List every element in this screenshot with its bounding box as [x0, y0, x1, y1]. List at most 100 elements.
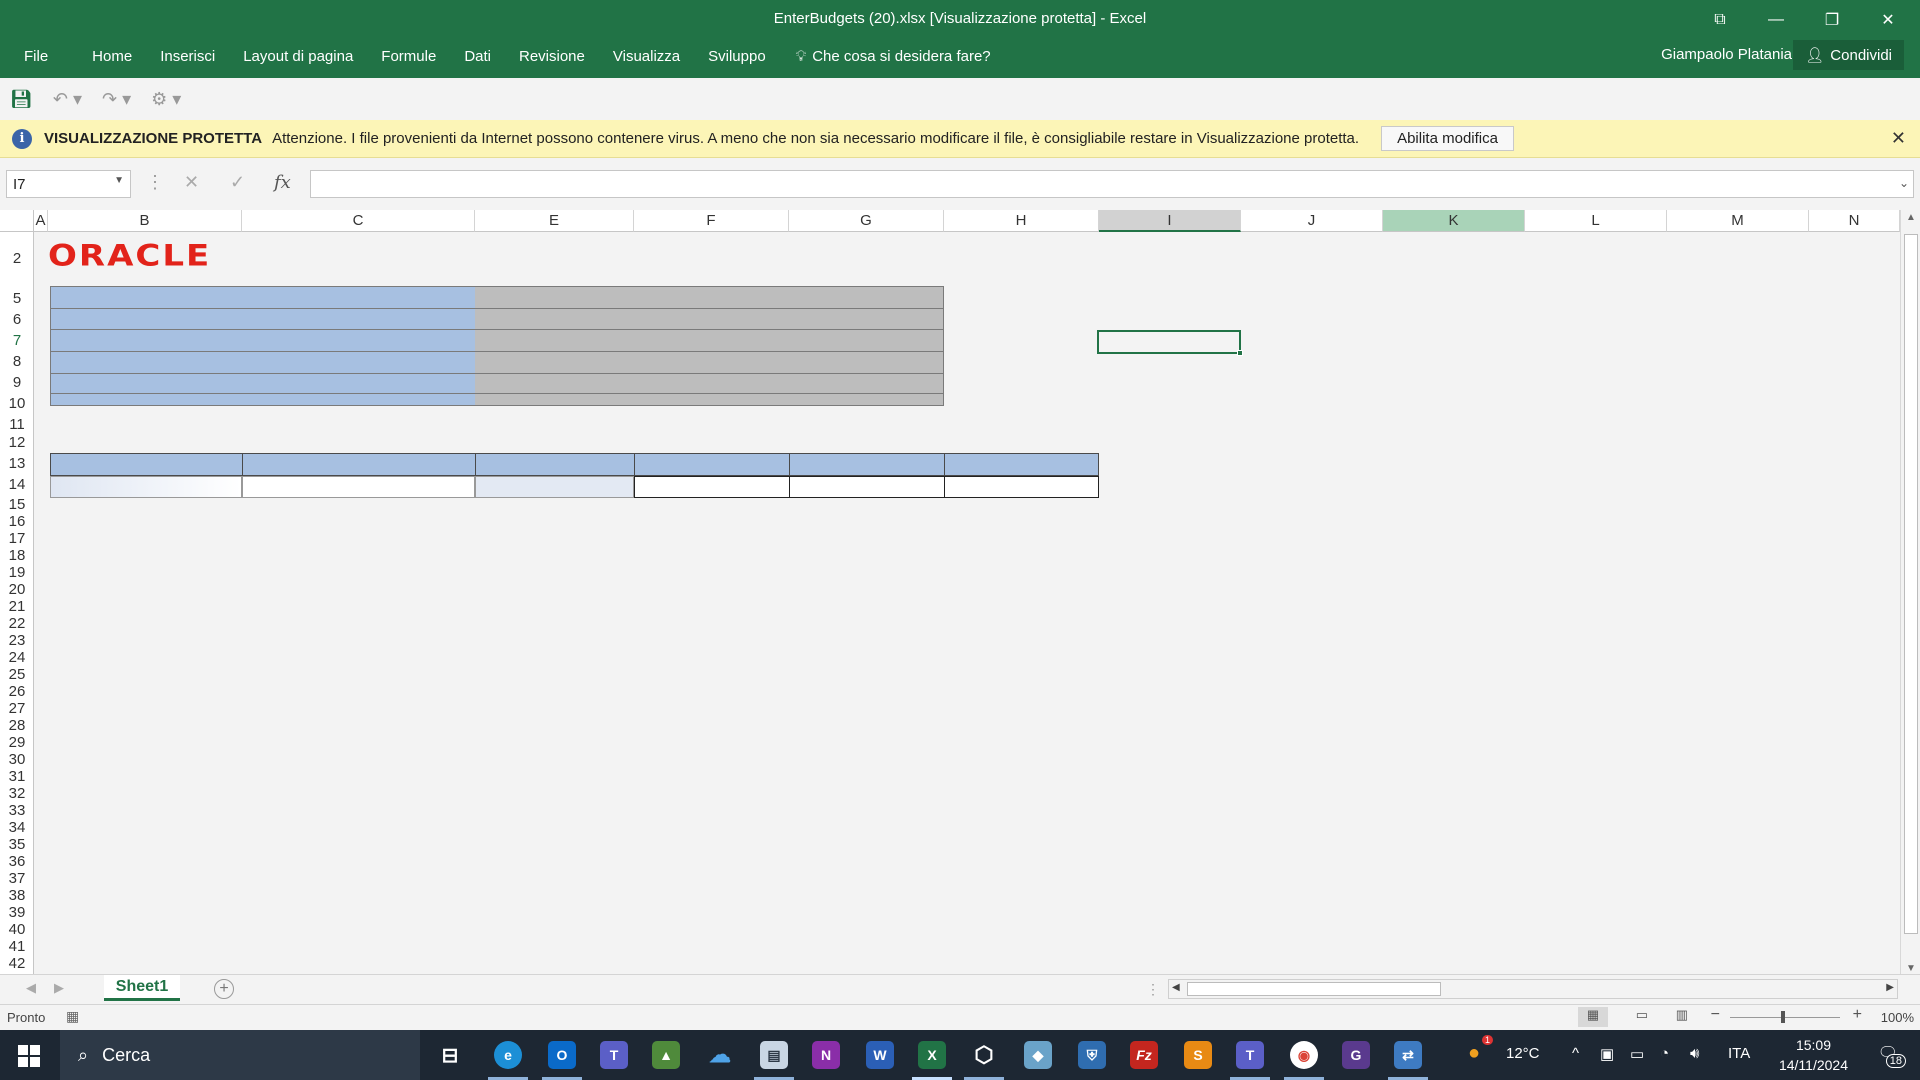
column-header-h[interactable]: H — [944, 210, 1099, 232]
g-app-icon[interactable]: G — [1342, 1041, 1370, 1069]
row-header[interactable]: 39 — [0, 904, 34, 921]
battery-icon[interactable]: ▭ — [1630, 1045, 1644, 1063]
expand-formula-icon[interactable]: ⌄ — [1899, 176, 1909, 190]
row-header[interactable]: 10 — [0, 395, 34, 412]
tab-file[interactable]: File — [0, 48, 78, 65]
remote-app-icon[interactable]: ⇄ — [1394, 1041, 1422, 1069]
row-header[interactable]: 14 — [0, 476, 34, 493]
task-view-icon[interactable]: ⊟ — [436, 1041, 464, 1069]
column-header-j[interactable]: J — [1241, 210, 1383, 232]
virtualbox-icon[interactable]: ⬡ — [970, 1041, 998, 1069]
column-header-i[interactable]: I — [1099, 210, 1241, 232]
temperature[interactable]: 12°C — [1506, 1045, 1540, 1062]
vertical-scroll-thumb[interactable] — [1904, 234, 1918, 934]
tab-dati[interactable]: Dati — [450, 48, 505, 65]
row-header[interactable]: 27 — [0, 700, 34, 717]
scroll-down-icon[interactable]: ▼ — [1906, 963, 1916, 974]
zoom-in-icon[interactable]: + — [1853, 1006, 1862, 1024]
name-box[interactable]: I7 ▼ — [6, 170, 131, 198]
teams-icon[interactable]: T — [600, 1041, 628, 1069]
row-header[interactable]: 19 — [0, 564, 34, 581]
row-header[interactable]: 23 — [0, 632, 34, 649]
row-header[interactable]: 17 — [0, 530, 34, 547]
tell-me-search[interactable]: 💡︎ Che cosa si desidera fare? — [780, 48, 991, 65]
active-cell[interactable] — [1097, 330, 1243, 356]
teams-classic-icon[interactable]: T — [1236, 1041, 1264, 1069]
row-header[interactable]: 22 — [0, 615, 34, 632]
column-header-k[interactable]: K — [1383, 210, 1525, 232]
row-header[interactable]: 28 — [0, 717, 34, 734]
tab-scroll-left-icon[interactable]: ◀ — [26, 980, 36, 996]
page-break-view-icon[interactable]: ▥ — [1676, 1007, 1688, 1023]
tab-scroll-right-icon[interactable]: ▶ — [54, 980, 64, 996]
row-header[interactable]: 42 — [0, 955, 34, 972]
horizontal-scroll-thumb[interactable] — [1187, 982, 1441, 996]
sublime-text-icon[interactable]: S — [1184, 1041, 1212, 1069]
volume-icon[interactable]: 🔊︎ — [1690, 1045, 1699, 1062]
filezilla-icon[interactable]: Fz — [1130, 1041, 1158, 1069]
row-header[interactable]: 41 — [0, 938, 34, 955]
row-header[interactable]: 24 — [0, 649, 34, 666]
splitter-icon[interactable]: ⋮ — [1146, 981, 1160, 998]
row-header[interactable]: 16 — [0, 513, 34, 530]
zoom-slider[interactable] — [1730, 1017, 1840, 1018]
taskbar-search[interactable]: ⌕ Cerca — [60, 1030, 420, 1080]
column-header-n[interactable]: N — [1809, 210, 1900, 232]
chevron-down-icon[interactable]: ▼ — [114, 175, 124, 186]
row-header[interactable]: 29 — [0, 734, 34, 751]
row-header[interactable]: 33 — [0, 802, 34, 819]
row-header[interactable]: 31 — [0, 768, 34, 785]
normal-view-icon[interactable]: ▦ — [1578, 1007, 1608, 1027]
sheet-tab[interactable]: Sheet1 — [104, 975, 180, 1001]
customize-icon[interactable]: ⚙ ▾ — [151, 89, 181, 110]
row-header[interactable]: 6 — [0, 311, 34, 328]
app-icon[interactable]: ◆ — [1024, 1041, 1052, 1069]
row-header[interactable]: 36 — [0, 853, 34, 870]
table-header-row[interactable] — [50, 453, 1099, 476]
chrome-icon[interactable]: ◉ — [1290, 1041, 1318, 1069]
row-header[interactable]: 21 — [0, 598, 34, 615]
enable-editing-button[interactable]: Abilita modifica — [1381, 126, 1514, 151]
row-header[interactable]: 2 — [0, 250, 34, 267]
tab-home[interactable]: Home — [78, 48, 146, 65]
add-sheet-icon[interactable]: + — [214, 979, 234, 999]
row-header[interactable]: 15 — [0, 496, 34, 513]
row-header[interactable]: 40 — [0, 921, 34, 938]
enter-icon[interactable]: ✓ — [230, 172, 245, 193]
share-button[interactable]: 👤︎ Condividi — [1793, 40, 1904, 70]
row-header[interactable]: 32 — [0, 785, 34, 802]
excel-icon[interactable]: X — [918, 1041, 946, 1069]
column-header-a[interactable]: A — [34, 210, 48, 232]
language-indicator[interactable]: ITA — [1728, 1045, 1750, 1062]
tab-formule[interactable]: Formule — [367, 48, 450, 65]
windows-start-icon[interactable] — [18, 1045, 40, 1067]
save-icon[interactable]: 💾︎ — [10, 89, 33, 110]
outlook-icon[interactable]: O — [548, 1041, 576, 1069]
minimize-icon[interactable]: — — [1748, 4, 1804, 36]
table-cell[interactable] — [944, 476, 1099, 498]
undo-icon[interactable]: ↶ ▾ — [53, 89, 82, 110]
scroll-right-icon[interactable]: ▶ — [1886, 982, 1894, 993]
spreadsheet-grid[interactable]: A B C E F G H I J K L M N 2 5 6 7 8 9 10… — [0, 210, 1920, 976]
user-name[interactable]: Giampaolo Platania — [1661, 46, 1792, 63]
page-layout-view-icon[interactable]: ▭ — [1636, 1007, 1648, 1023]
horizontal-scrollbar[interactable]: ◀ ▶ — [1168, 979, 1898, 999]
row-header[interactable]: 11 — [0, 416, 34, 433]
row-header[interactable]: 20 — [0, 581, 34, 598]
cancel-icon[interactable]: ✕ — [184, 172, 199, 193]
row-header[interactable]: 38 — [0, 887, 34, 904]
row-header[interactable]: 9 — [0, 374, 34, 391]
tab-layout-di-pagina[interactable]: Layout di pagina — [229, 48, 367, 65]
wifi-icon[interactable]: ◔ — [1660, 1045, 1669, 1062]
network-status-icon[interactable]: ▣ — [1600, 1045, 1614, 1063]
row-header[interactable]: 25 — [0, 666, 34, 683]
onedrive-icon[interactable]: ☁ — [706, 1041, 734, 1069]
close-icon[interactable]: ✕ — [1891, 128, 1906, 149]
scroll-up-icon[interactable]: ▲ — [1906, 212, 1916, 223]
table-cell[interactable] — [789, 476, 945, 498]
zoom-slider-thumb[interactable] — [1781, 1011, 1785, 1023]
fill-handle[interactable] — [1237, 350, 1243, 356]
scroll-left-icon[interactable]: ◀ — [1172, 982, 1180, 993]
zoom-level[interactable]: 100% — [1881, 1010, 1914, 1025]
row-header[interactable]: 5 — [0, 290, 34, 307]
